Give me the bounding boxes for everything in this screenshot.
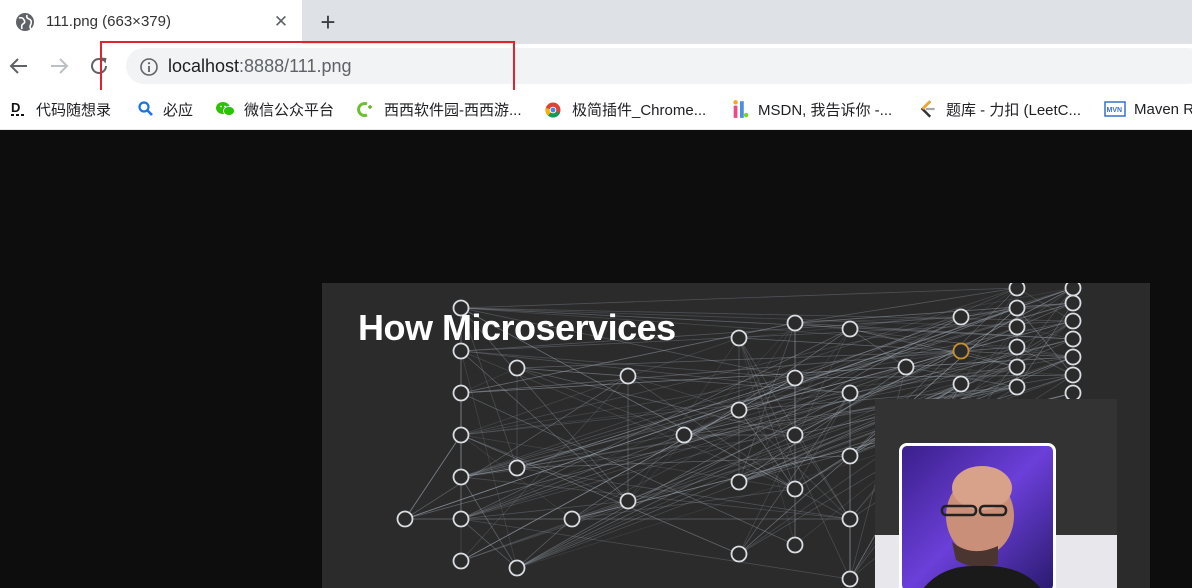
graph-node [1064, 312, 1082, 330]
graph-node [897, 358, 915, 376]
graph-node [452, 468, 470, 486]
bookmark-label: Maven R [1134, 100, 1192, 118]
graph-node [730, 329, 748, 347]
leetcode-icon [920, 100, 935, 118]
graph-node [508, 359, 526, 377]
daima-icon: D [11, 100, 24, 116]
displayed-image: How Microservices [322, 283, 1150, 588]
graph-node [1008, 318, 1026, 336]
graph-node [841, 570, 859, 588]
msdn-icon [733, 100, 749, 118]
graph-node [952, 375, 970, 393]
graph-node [508, 459, 526, 477]
wechat-icon [216, 102, 235, 116]
bookmark-label: 代码随想录 [36, 101, 112, 119]
globe-icon [16, 13, 34, 31]
svg-text:MVN: MVN [1107, 107, 1123, 114]
graph-node [841, 384, 859, 402]
slide-title: How Microservices [358, 307, 676, 348]
chrome-icon [545, 102, 561, 118]
graph-node [452, 552, 470, 570]
bookmark-item[interactable]: 极简插件_Chrome... [542, 98, 706, 120]
graph-node [952, 308, 970, 326]
graph-node [619, 492, 637, 510]
graph-node [452, 426, 470, 444]
graph-node [1064, 330, 1082, 348]
graph-node [952, 342, 970, 360]
bookmark-label: 题库 - 力扣 (LeetC... [946, 101, 1082, 119]
graph-node [786, 480, 804, 498]
graph-node [619, 367, 637, 385]
bookmark-item[interactable]: 西西软件园-西西游... [354, 98, 522, 120]
graph-node [1008, 299, 1026, 317]
graph-node [786, 314, 804, 332]
graph-node [508, 559, 526, 577]
graph-node [841, 447, 859, 465]
graph-node [1064, 348, 1082, 366]
graph-node [1064, 283, 1082, 297]
close-tab-icon[interactable]: ✕ [270, 11, 292, 33]
new-tab-button[interactable]: + [315, 9, 341, 35]
back-arrow-icon[interactable] [7, 54, 31, 78]
bookmark-item[interactable]: D 代码随想录 [10, 98, 111, 120]
graph-node [786, 369, 804, 387]
graph-node [841, 320, 859, 338]
bing-search-icon [138, 101, 153, 116]
forward-arrow-icon[interactable] [47, 54, 71, 78]
graph-node [1008, 358, 1026, 376]
bookmark-label: 西西软件园-西西游... [384, 101, 522, 119]
graph-node [1008, 378, 1026, 396]
active-tab[interactable]: 111.png (663×379) ✕ [0, 0, 302, 44]
graph-node [563, 510, 581, 528]
bookmark-item[interactable]: 必应 [137, 98, 193, 120]
speaker-portrait [923, 466, 1041, 588]
webcam-overlay [875, 399, 1117, 588]
graph-node [786, 426, 804, 444]
tab-strip: 111.png (663×379) ✕ + [0, 0, 1192, 44]
bookmarks-bar: D 代码随想录 必应 微信公众平台 西西软件园-西西游... 极简插件_Chro… [0, 90, 1192, 130]
speaker-video [899, 443, 1056, 588]
bookmark-item[interactable]: MVN Maven R [1104, 98, 1192, 120]
graph-node [1064, 366, 1082, 384]
cr173-icon [357, 102, 372, 117]
graph-node [452, 510, 470, 528]
bookmark-label: MSDN, 我告诉你 -... [758, 101, 893, 119]
graph-node [675, 426, 693, 444]
maven-icon: MVN [1104, 101, 1126, 117]
graph-node [1064, 294, 1082, 312]
url-highlight-box [100, 41, 515, 97]
graph-node [452, 384, 470, 402]
graph-node [841, 510, 859, 528]
graph-node [1008, 283, 1026, 297]
tab-title: 111.png (663×379) [46, 13, 171, 30]
graph-node [730, 473, 748, 491]
bookmark-label: 微信公众平台 [244, 101, 335, 119]
graph-node [396, 510, 414, 528]
bookmark-item[interactable]: 微信公众平台 [214, 98, 334, 120]
bookmark-item[interactable]: 题库 - 力扣 (LeetC... [918, 98, 1081, 120]
graph-node [1008, 338, 1026, 356]
bookmark-label: 必应 [163, 101, 194, 119]
graph-node [730, 545, 748, 563]
graph-node [786, 536, 804, 554]
graph-node [730, 401, 748, 419]
bookmark-label: 极简插件_Chrome... [572, 101, 707, 119]
bookmark-item[interactable]: MSDN, 我告诉你 -... [730, 98, 892, 120]
svg-text:D: D [11, 100, 20, 115]
